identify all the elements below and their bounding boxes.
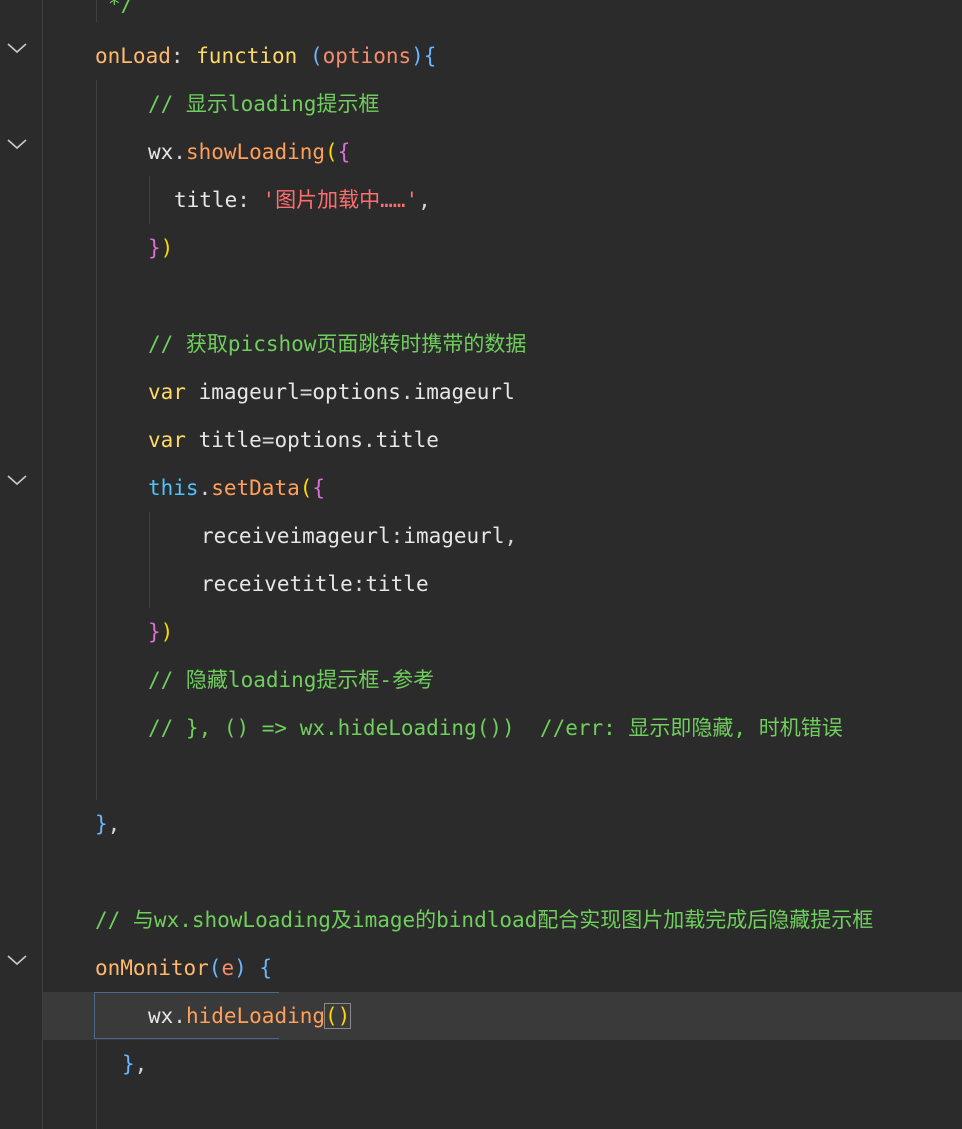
code-token: e xyxy=(221,956,235,980)
code-token: , xyxy=(504,524,518,548)
code-token: . xyxy=(400,380,414,404)
code-token: { xyxy=(312,476,326,500)
code-token: : xyxy=(170,44,197,68)
indent-guide xyxy=(96,80,97,800)
indent-guide xyxy=(149,512,150,608)
code-line[interactable]: receiveimageurl:imageurl, xyxy=(201,512,517,560)
code-line[interactable]: onLoad: function (options){ xyxy=(95,32,436,80)
code-token: options xyxy=(322,44,412,68)
code-token: = xyxy=(299,380,313,404)
code-token: ( xyxy=(299,476,313,500)
code-token: showLoading xyxy=(185,140,326,164)
code-token: ( xyxy=(325,140,338,164)
code-line[interactable]: wx.showLoading({ xyxy=(148,128,350,176)
code-token: : xyxy=(352,572,366,596)
code-token: title xyxy=(365,572,429,596)
gutter-separator xyxy=(42,0,43,1129)
code-token: title xyxy=(375,428,439,452)
code-token: function xyxy=(196,44,298,68)
indent-guide xyxy=(149,176,150,224)
code-token: } xyxy=(122,1052,135,1076)
code-token: = xyxy=(261,428,275,452)
code-line[interactable]: // }, () => wx.hideLoading()) //err: 显示即… xyxy=(148,704,843,752)
code-token: : xyxy=(237,188,263,212)
code-token: imageurl xyxy=(198,380,300,404)
code-token: title xyxy=(198,428,262,452)
code-token: receiveimageurl xyxy=(201,524,391,548)
code-token: ) xyxy=(234,956,247,980)
chevron-down-icon[interactable] xyxy=(6,953,28,967)
code-token: onMonitor xyxy=(95,956,209,980)
code-token: options xyxy=(312,380,401,404)
code-token: this xyxy=(148,476,199,500)
code-token: : xyxy=(390,524,404,548)
code-line[interactable]: title: '图片加载中……', xyxy=(174,176,431,224)
code-line[interactable]: wx.hideLoading() xyxy=(148,992,352,1040)
code-token: , xyxy=(107,812,121,836)
code-token: } xyxy=(148,620,161,644)
chevron-down-icon[interactable] xyxy=(6,41,28,55)
indent-guide xyxy=(96,0,97,22)
code-token: // 与wx.showLoading及image的bindload配合实现图片加… xyxy=(95,908,874,932)
code-line[interactable]: // 获取picshow页面跳转时携带的数据 xyxy=(148,320,526,368)
indent-guide xyxy=(96,1040,97,1129)
code-token: // 隐藏loading提示框-参考 xyxy=(148,668,435,692)
code-token: setData xyxy=(211,476,300,500)
code-token: () xyxy=(324,1003,352,1029)
code-token: */ xyxy=(108,0,134,16)
code-token: ) xyxy=(160,620,174,644)
code-token: , xyxy=(134,1052,148,1076)
code-token: } xyxy=(95,812,108,836)
code-token: . xyxy=(362,428,376,452)
code-token: ) xyxy=(411,44,424,68)
chevron-down-icon[interactable] xyxy=(6,473,28,487)
code-token: // 获取picshow页面跳转时携带的数据 xyxy=(148,332,527,356)
code-line[interactable]: var title=options.title xyxy=(148,416,439,464)
code-token: . xyxy=(173,1004,186,1028)
code-token: . xyxy=(198,476,212,500)
code-token: // }, () => wx.hideLoading()) //err: 显示即… xyxy=(148,716,843,740)
code-token: onLoad xyxy=(95,44,171,68)
code-line[interactable]: }, xyxy=(122,1040,147,1088)
code-token: imageurl xyxy=(413,380,515,404)
code-token: // 显示loading提示框 xyxy=(148,92,380,116)
code-line[interactable]: var imageurl=options.imageurl xyxy=(148,368,515,416)
code-token: '图片加载中……' xyxy=(262,188,419,212)
code-token: wx xyxy=(148,140,174,164)
code-line[interactable]: // 与wx.showLoading及image的bindload配合实现图片加… xyxy=(95,896,873,944)
code-line[interactable]: this.setData({ xyxy=(148,464,325,512)
code-token: { xyxy=(423,44,437,68)
code-line[interactable]: receivetitle:title xyxy=(201,560,429,608)
code-line[interactable]: // 显示loading提示框 xyxy=(148,80,379,128)
code-token: options xyxy=(274,428,363,452)
code-token: ( xyxy=(208,956,222,980)
code-line[interactable]: onMonitor(e) { xyxy=(95,944,272,992)
code-line[interactable]: }) xyxy=(148,224,173,272)
code-token: } xyxy=(148,236,161,260)
code-token: . xyxy=(173,140,186,164)
code-line[interactable]: */ xyxy=(108,0,133,28)
code-line[interactable]: }, xyxy=(95,800,120,848)
code-token: title xyxy=(174,188,238,212)
code-token: receivetitle xyxy=(201,572,353,596)
code-token: , xyxy=(418,188,431,212)
code-token: imageurl xyxy=(403,524,505,548)
chevron-down-icon[interactable] xyxy=(6,137,28,151)
code-token: ( xyxy=(309,44,323,68)
code-token: var xyxy=(148,380,186,404)
code-line[interactable]: }) xyxy=(148,608,173,656)
code-line[interactable]: // 隐藏loading提示框-参考 xyxy=(148,656,434,704)
code-token: ) xyxy=(160,236,174,260)
code-token: { xyxy=(259,956,273,980)
code-token: wx xyxy=(148,1004,174,1028)
code-token: { xyxy=(337,140,351,164)
code-token: var xyxy=(148,428,186,452)
code-token: hideLoading xyxy=(185,1004,326,1028)
